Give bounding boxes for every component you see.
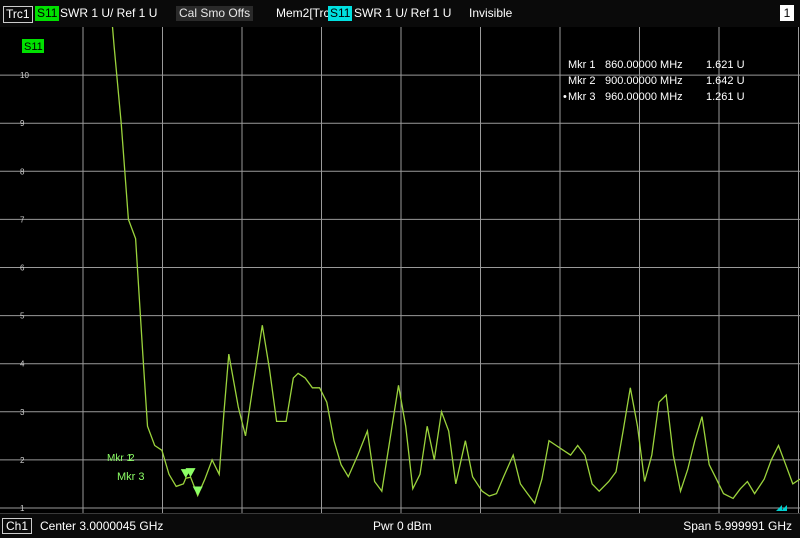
s11-plot-badge[interactable]: S11 bbox=[22, 39, 44, 53]
trace-param-badge[interactable]: S11 bbox=[35, 6, 60, 21]
plot-area[interactable]: 1 2 3 4 5 6 7 8 9 10 Mkr 1 2 Mkr 3 S11 Mkr 1 860.0… bbox=[0, 27, 800, 513]
marker-3-tag: Mkr 3 bbox=[117, 471, 145, 483]
y-tick-label: 10 bbox=[20, 71, 29, 80]
power-level[interactable]: Pwr 0 dBm bbox=[373, 519, 432, 533]
window-number[interactable]: 1 bbox=[780, 5, 794, 21]
marker-row-name: Mkr 3 bbox=[568, 91, 596, 103]
marker-row-name: Mkr 2 bbox=[568, 75, 596, 87]
swr-chart[interactable]: 1 2 3 4 5 6 7 8 9 10 Mkr 1 2 Mkr 3 S11 Mkr 1 860.0… bbox=[0, 27, 800, 513]
marker-row-freq: 960.00000 MHz bbox=[605, 91, 683, 103]
channel-label[interactable]: Ch1 bbox=[2, 518, 33, 534]
span-frequency[interactable]: Span 5.999991 GHz bbox=[683, 519, 792, 533]
y-tick-label: 3 bbox=[20, 408, 25, 417]
marker-row-freq: 860.00000 MHz bbox=[605, 59, 683, 71]
marker-2-tag: 2 bbox=[129, 453, 135, 464]
channel-info-bar: Ch1 Center 3.0000045 GHz Pwr 0 dBm Span … bbox=[0, 513, 800, 538]
y-tick-label: 7 bbox=[20, 215, 25, 224]
y-tick-label: 1 bbox=[20, 504, 25, 513]
marker-row-name: Mkr 1 bbox=[568, 59, 596, 71]
y-tick-label: 6 bbox=[20, 264, 25, 273]
memory-state[interactable]: Invisible bbox=[469, 6, 512, 21]
trace-label[interactable]: Trc1 bbox=[3, 6, 33, 23]
y-tick-label: 9 bbox=[20, 119, 25, 128]
trace-format[interactable]: SWR 1 U/ Ref 1 U bbox=[60, 6, 157, 21]
trace-info-bar: Trc1 S11 SWR 1 U/ Ref 1 U Cal Smo Offs M… bbox=[0, 0, 800, 28]
s11-badge-text: S11 bbox=[24, 41, 43, 53]
active-marker-icon: • bbox=[563, 91, 567, 103]
center-frequency[interactable]: Center 3.0000045 GHz bbox=[40, 519, 163, 533]
marker-row-value: 1.642 U bbox=[706, 75, 745, 87]
marker-row-value: 1.621 U bbox=[706, 59, 745, 71]
memory-format[interactable]: SWR 1 U/ Ref 1 U bbox=[354, 6, 451, 21]
marker-row-value: 1.261 U bbox=[706, 91, 745, 103]
y-tick-label: 2 bbox=[20, 456, 25, 465]
memory-param-badge[interactable]: S11 bbox=[328, 6, 353, 21]
marker-row-freq: 900.00000 MHz bbox=[605, 75, 683, 87]
y-tick-label: 4 bbox=[20, 360, 25, 369]
y-tick-label: 5 bbox=[20, 312, 25, 321]
y-tick-label: 8 bbox=[20, 167, 25, 176]
trace-flags[interactable]: Cal Smo Offs bbox=[176, 6, 254, 21]
marker-table: Mkr 1 860.00000 MHz 1.621 U Mkr 2 900.00000 … bbox=[563, 59, 745, 103]
